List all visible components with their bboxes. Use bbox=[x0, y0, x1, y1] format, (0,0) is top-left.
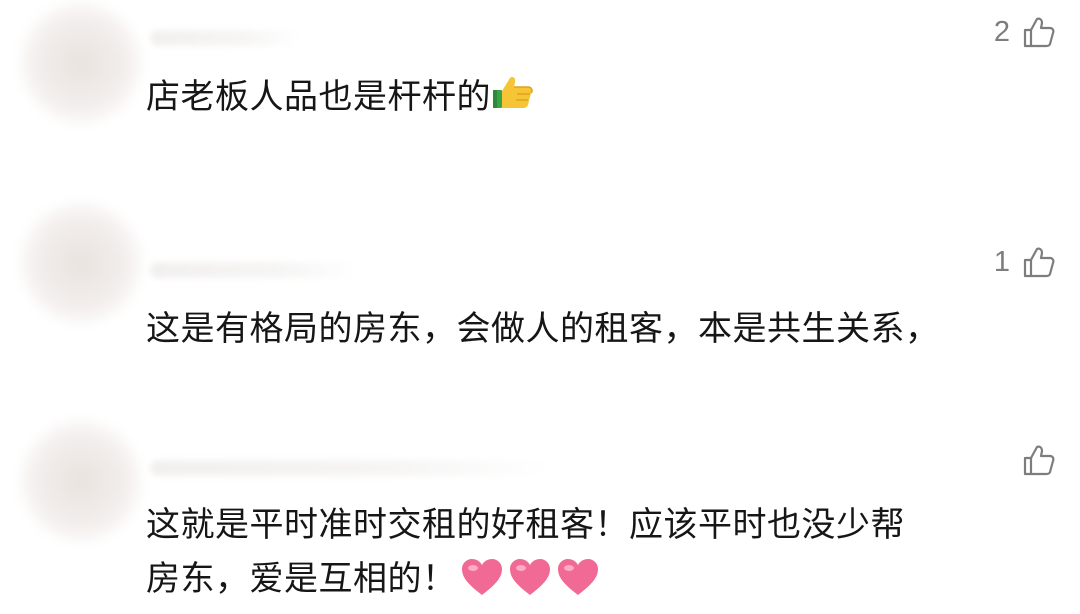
avatar[interactable] bbox=[22, 422, 140, 540]
comment-text-line-1: 这就是平时准时交租的好租客！应该平时也没少帮 bbox=[146, 505, 905, 545]
username-blurred[interactable] bbox=[150, 30, 300, 46]
like-count: 2 bbox=[993, 16, 1010, 48]
comment-item-1: 2 店老板人品也是杆杆的 bbox=[0, 0, 1080, 190]
like-button[interactable]: 2 bbox=[994, 12, 1056, 52]
pink-heart-icon bbox=[507, 556, 553, 614]
like-button[interactable] bbox=[1010, 440, 1056, 480]
comment-text-content: 店老板人品也是杆杆的 bbox=[146, 77, 491, 117]
username-blurred[interactable] bbox=[150, 262, 360, 278]
comment-text: 店老板人品也是杆杆的 bbox=[146, 70, 1040, 128]
pink-heart-icon bbox=[555, 556, 601, 614]
comment-item-2: 1 这是有格局的房东，会做人的租客，本是共生关系， bbox=[0, 190, 1080, 420]
heart-emoji-group bbox=[459, 556, 601, 614]
thumbs-up-icon bbox=[1022, 245, 1056, 279]
comment-text: 这就是平时准时交租的好租客！应该平时也没少帮 房东，爱是互相的！ bbox=[146, 498, 1040, 614]
thumbs-up-icon bbox=[1022, 15, 1056, 49]
pink-heart-icon bbox=[459, 556, 505, 614]
username-blurred[interactable] bbox=[150, 460, 550, 476]
comment-text-line-2: 房东，爱是互相的！ bbox=[146, 552, 1040, 614]
comment-text: 这是有格局的房东，会做人的租客，本是共生关系， bbox=[146, 309, 940, 349]
comment-item-3: 这就是平时准时交租的好租客！应该平时也没少帮 房东，爱是互相的！ bbox=[0, 420, 1080, 612]
thumbs-up-icon bbox=[1022, 443, 1056, 477]
like-button[interactable]: 1 bbox=[994, 242, 1056, 282]
avatar[interactable] bbox=[22, 204, 140, 322]
comment-text-line-2-content: 房东，爱是互相的！ bbox=[146, 559, 457, 599]
like-count: 1 bbox=[993, 246, 1010, 278]
thumbs-up-emoji-icon bbox=[491, 74, 535, 128]
avatar[interactable] bbox=[22, 4, 140, 122]
